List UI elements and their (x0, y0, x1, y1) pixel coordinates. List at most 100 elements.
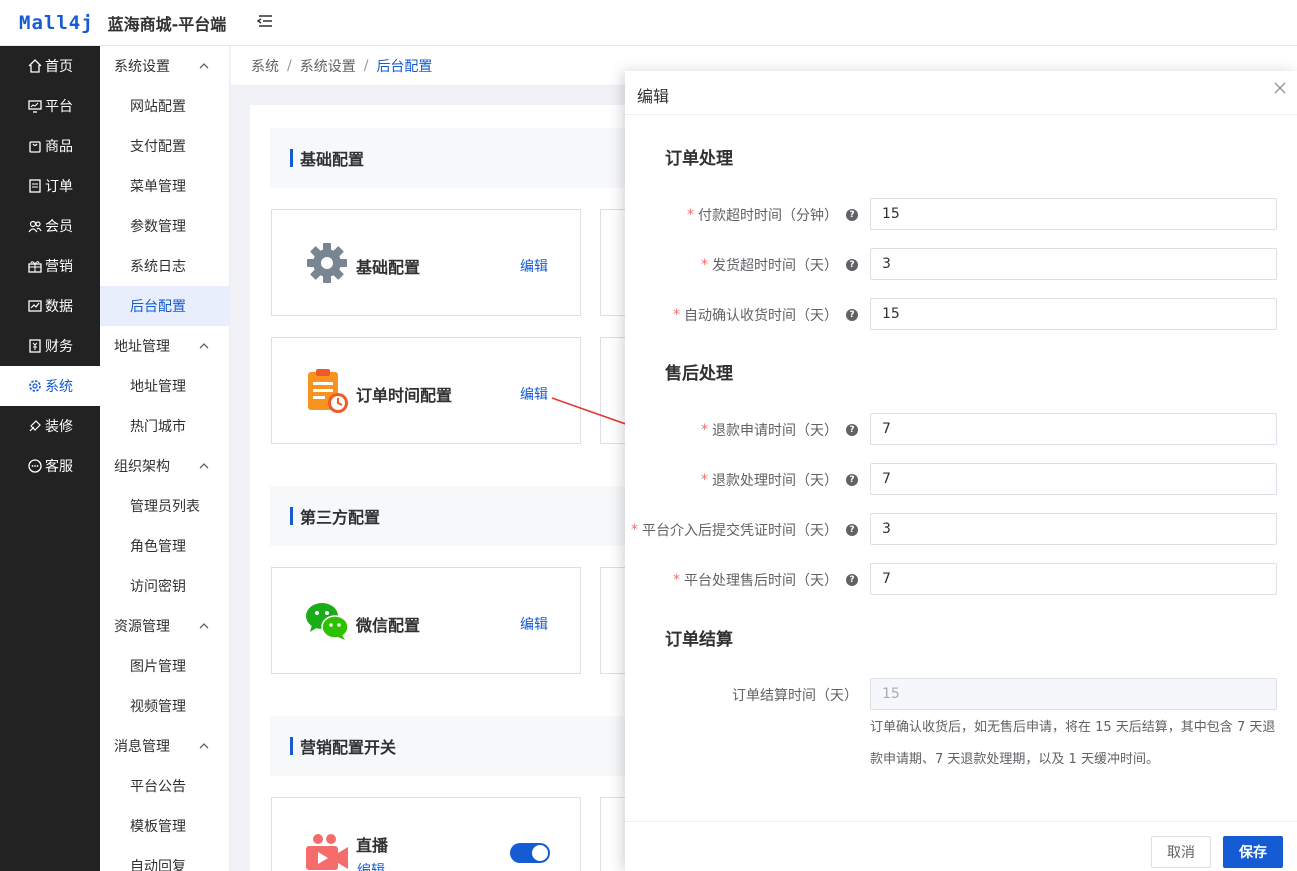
menu-item[interactable]: 模板管理 (100, 806, 229, 846)
field-label: 订单结算时间（天） (732, 688, 858, 704)
nav-item-label: 订单 (45, 179, 73, 195)
menu-item[interactable]: 访问密钥 (100, 566, 229, 606)
breadcrumb-separator: / (287, 57, 292, 74)
menu-item[interactable]: 菜单管理 (100, 166, 229, 206)
nav-item-5[interactable]: 营销 (0, 246, 100, 286)
edit-drawer: 编辑 订单处理 *付款超时时间（分钟）? *发货超时时间（天）? *自动确认收货… (625, 71, 1297, 871)
edit-link[interactable]: 编辑 (520, 384, 548, 404)
section-title: 基础配置 (300, 150, 365, 169)
help-icon[interactable]: ? (846, 574, 858, 586)
nav-item-9[interactable]: 装修 (0, 406, 100, 446)
nav-item-label: 会员 (45, 219, 73, 235)
menu-collapse-icon[interactable] (256, 12, 274, 30)
nav-item-0[interactable]: 首页 (0, 46, 100, 86)
close-icon[interactable] (1273, 81, 1287, 95)
nav-item-8[interactable]: 系统 (0, 366, 100, 406)
menu-item-label: 视频管理 (130, 699, 186, 715)
refund-process-input[interactable] (870, 463, 1277, 495)
section-basic: 基础配置 (270, 128, 630, 188)
menu-group[interactable]: 系统设置 (100, 46, 229, 86)
help-icon[interactable]: ? (846, 259, 858, 271)
nav-item-1[interactable]: 平台 (0, 86, 100, 126)
edit-link[interactable]: 编辑 (520, 614, 548, 634)
breadcrumb-item[interactable]: 系统设置 (300, 56, 356, 76)
help-icon[interactable]: ? (846, 424, 858, 436)
home-icon (28, 59, 42, 73)
section-third-party: 第三方配置 (270, 486, 630, 546)
top-header: Mall4j 蓝海商城-平台端 (0, 0, 1297, 46)
refund-apply-input[interactable] (870, 413, 1277, 445)
menu-group[interactable]: 组织架构 (100, 446, 229, 486)
menu-group-label: 地址管理 (114, 339, 170, 355)
help-icon[interactable]: ? (846, 309, 858, 321)
live-toggle-switch[interactable] (510, 843, 550, 863)
save-button[interactable]: 保存 (1223, 836, 1283, 868)
menu-item[interactable]: 自动回复 (100, 846, 229, 871)
menu-group-label: 系统设置 (114, 59, 170, 75)
menu-item[interactable]: 视频管理 (100, 686, 229, 726)
logo: Mall4j (19, 11, 94, 34)
nav-item-label: 首页 (45, 59, 73, 75)
nav-item-label: 商品 (45, 139, 73, 155)
settlement-time-input (870, 678, 1277, 710)
menu-item-label: 支付配置 (130, 139, 186, 155)
help-icon[interactable]: ? (846, 474, 858, 486)
pay-timeout-input[interactable] (870, 198, 1277, 230)
card-title: 订单时间配置 (356, 386, 453, 405)
app-title: 蓝海商城-平台端 (107, 14, 227, 34)
menu-item[interactable]: 管理员列表 (100, 486, 229, 526)
breadcrumb-item[interactable]: 系统 (251, 56, 279, 76)
menu-group[interactable]: 资源管理 (100, 606, 229, 646)
cancel-button[interactable]: 取消 (1151, 836, 1211, 868)
field-label: * 发货超时时间（天）? (701, 255, 858, 275)
edit-link[interactable]: 编辑 (520, 256, 548, 276)
menu-item-label: 参数管理 (130, 219, 186, 235)
menu-item[interactable]: 支付配置 (100, 126, 229, 166)
nav-item-10[interactable]: 客服 (0, 446, 100, 486)
card-basic-config: 基础配置 编辑 (271, 209, 581, 316)
menu-item[interactable]: 后台配置 (100, 286, 229, 326)
ship-timeout-input[interactable] (870, 248, 1277, 280)
config-panel: 基础配置 基础配置 编辑 订单时间配置 编辑 第三方配置 微信配置 编辑 营销配… (250, 105, 650, 871)
menu-item[interactable]: 网站配置 (100, 86, 229, 126)
platform-evidence-input[interactable] (870, 513, 1277, 545)
auto-confirm-input[interactable] (870, 298, 1277, 330)
menu-group-label: 消息管理 (114, 739, 170, 755)
gift-icon (28, 261, 42, 273)
nav-item-7[interactable]: 财务 (0, 326, 100, 366)
divider (625, 114, 1297, 115)
help-icon[interactable]: ? (846, 209, 858, 221)
main-sidebar: 首页平台商品订单会员营销 数据财务系统 装修 客服 (0, 46, 100, 871)
menu-item-label: 管理员列表 (130, 499, 200, 515)
section-title: 营销配置开关 (300, 738, 397, 757)
nav-item-3[interactable]: 订单 (0, 166, 100, 206)
menu-item[interactable]: 热门城市 (100, 406, 229, 446)
nav-item-6[interactable]: 数据 (0, 286, 100, 326)
card-live: 直播 编辑 (271, 797, 581, 871)
help-icon[interactable]: ? (846, 524, 858, 536)
card-wechat: 微信配置 编辑 (271, 567, 581, 674)
platform-aftersale-input[interactable] (870, 563, 1277, 595)
menu-group[interactable]: 地址管理 (100, 326, 229, 366)
menu-group[interactable]: 消息管理 (100, 726, 229, 766)
nav-item-label: 平台 (45, 99, 73, 115)
menu-item[interactable]: 图片管理 (100, 646, 229, 686)
breadcrumb-current: 后台配置 (376, 58, 433, 75)
menu-item[interactable]: 参数管理 (100, 206, 229, 246)
menu-item[interactable]: 平台公告 (100, 766, 229, 806)
menu-item-label: 自动回复 (130, 859, 186, 871)
menu-item-label: 系统日志 (130, 259, 186, 275)
menu-item[interactable]: 角色管理 (100, 526, 229, 566)
section-title: 第三方配置 (300, 508, 381, 527)
menu-item-label: 后台配置 (130, 299, 186, 315)
breadcrumb-separator: / (363, 57, 369, 74)
edit-link[interactable]: 编辑 (357, 860, 385, 871)
nav-item-4[interactable]: 会员 (0, 206, 100, 246)
menu-item[interactable]: 系统日志 (100, 246, 229, 286)
chevron-up-icon (199, 743, 209, 749)
video-camera-icon (306, 834, 348, 870)
brush-icon (29, 420, 41, 432)
menu-item[interactable]: 地址管理 (100, 366, 229, 406)
nav-item-2[interactable]: 商品 (0, 126, 100, 166)
nav-item-label: 财务 (45, 339, 73, 355)
